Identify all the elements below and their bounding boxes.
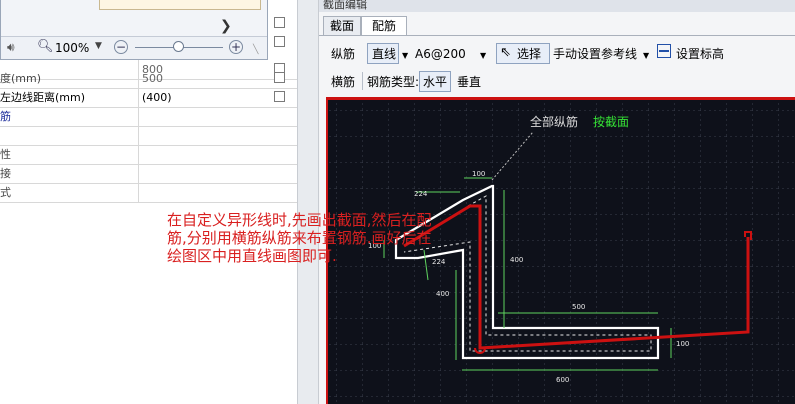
vertical-button[interactable]: 垂直 — [457, 74, 481, 90]
magnifier-icon[interactable]: 🔍︎ — [37, 39, 54, 54]
property-checkbox[interactable] — [274, 91, 285, 102]
dim-400-right: 400 — [510, 256, 523, 264]
line-button[interactable]: 直线 — [367, 43, 399, 64]
divider — [0, 202, 297, 203]
property-name — [0, 126, 139, 145]
transverse-label: 横筋 — [331, 75, 356, 89]
rebar-type-label: 钢筋类型: — [367, 75, 420, 89]
property-row[interactable]: 接 — [0, 164, 297, 184]
resize-grip-icon[interactable]: ╲ — [253, 45, 258, 55]
manual-ref-line-button[interactable]: 手动设置参考线 — [553, 46, 637, 62]
property-checkbox[interactable] — [274, 72, 285, 83]
property-value[interactable]: (400) — [142, 88, 172, 107]
chevron-down-icon[interactable]: ▼ — [402, 48, 408, 64]
property-checkbox[interactable] — [274, 36, 285, 47]
tab-section[interactable]: 截面 — [323, 16, 361, 35]
by-section-label: 按截面 — [593, 115, 629, 129]
property-name: 度(mm) — [0, 69, 139, 88]
ref-line-dropdown-icon[interactable]: ▼ — [643, 48, 649, 64]
elevation-icon[interactable] — [657, 44, 671, 58]
speaker-icon[interactable]: 🔊︎ — [7, 40, 15, 55]
dim-400-left: 400 — [436, 290, 449, 298]
tab-divider — [319, 35, 795, 36]
property-name: 性 — [0, 145, 139, 164]
line-button-label: 直线 — [372, 47, 397, 61]
zoom-in-button[interactable]: + — [229, 40, 243, 54]
property-value[interactable]: 500 — [142, 69, 163, 88]
dim-500: 500 — [572, 303, 585, 311]
zoom-dropdown-icon[interactable]: ▼ — [95, 41, 102, 51]
property-name: 筋 — [0, 107, 139, 126]
toolbar-separator — [362, 72, 363, 90]
all-longitudinal-label: 全部纵筋 — [530, 114, 578, 129]
properties-panel: 800 度(mm) 500 左边线距离(mm) (400) 筋 性 接 式 — [0, 0, 297, 404]
splitter[interactable] — [297, 0, 319, 404]
property-name: 左边线距离(mm) — [0, 88, 139, 107]
property-row[interactable]: 筋 — [0, 107, 297, 127]
chevron-right-icon[interactable]: ❯ — [220, 18, 232, 34]
zoom-slider-thumb[interactable] — [173, 41, 184, 52]
image-viewer-window: ❯ 🔊︎ 🔍︎ 100% ▼ − + ╲ — [0, 0, 268, 60]
dim-224-upper: 224 — [414, 190, 428, 198]
property-row[interactable]: 度(mm) 500 — [0, 69, 297, 89]
zoom-out-button[interactable]: − — [114, 40, 128, 54]
longitudinal-label: 纵筋 — [331, 47, 356, 61]
horizontal-button[interactable]: 水平 — [419, 71, 451, 92]
set-elevation-button[interactable]: 设置标高 — [676, 46, 724, 62]
viewer-top-button[interactable] — [99, 0, 261, 10]
transverse-toolbar: 横筋 钢筋类型: 水平 垂直 — [325, 70, 793, 94]
section-editor-title: 截面编辑 — [319, 0, 795, 12]
longitudinal-toolbar: 纵筋 直线 ▼ A6@200 ▼ ⇖ 选择 手动设置参考线 ▼ 设置标高 — [325, 42, 793, 66]
dim-600: 600 — [556, 376, 569, 384]
property-row[interactable]: 式 — [0, 183, 297, 203]
dim-100-top: 100 — [472, 170, 485, 178]
property-row[interactable]: 性 — [0, 145, 297, 165]
section-editor: 截面编辑 截面 配筋 纵筋 直线 ▼ A6@200 ▼ ⇖ 选择 手动设置参考线… — [319, 0, 795, 404]
property-name: 接 — [0, 164, 139, 183]
property-row[interactable]: 左边线距离(mm) (400) — [0, 88, 297, 108]
property-name: 式 — [0, 183, 139, 202]
spec-dropdown-icon[interactable]: ▼ — [480, 48, 486, 64]
tab-rebar[interactable]: 配筋 — [361, 16, 407, 36]
viewer-status-bar: 🔊︎ 🔍︎ 100% ▼ − + ╲ — [1, 36, 267, 59]
property-row[interactable] — [0, 126, 297, 146]
spec-value[interactable]: A6@200 — [415, 46, 466, 62]
horizontal-button-label: 水平 — [423, 75, 448, 89]
select-button[interactable]: ⇖ 选择 — [496, 43, 550, 64]
select-button-label: 选择 — [517, 47, 542, 61]
cursor-icon: ⇖ — [500, 45, 511, 60]
zoom-level[interactable]: 100% — [55, 41, 89, 55]
property-checkbox[interactable] — [274, 17, 285, 28]
dim-100-right: 100 — [676, 340, 689, 348]
annotation-note: 在自定义异形线时,先画出截面,然后在配筋,分别用横筋纵筋来布置钢筋.画好后在绘图… — [167, 211, 432, 265]
